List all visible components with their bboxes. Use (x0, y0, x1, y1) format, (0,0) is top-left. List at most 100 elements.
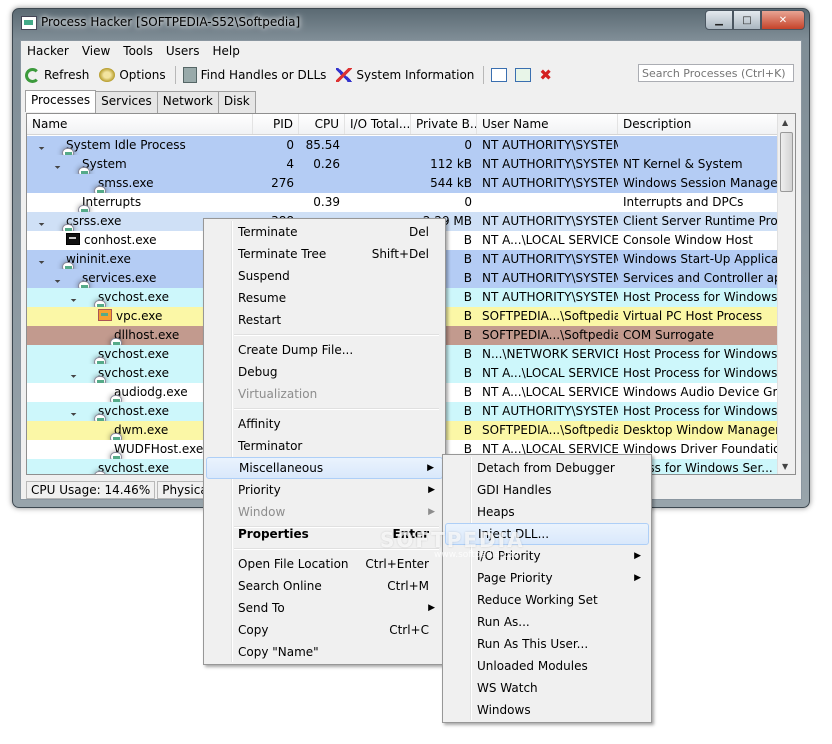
menu-view[interactable]: View (76, 41, 117, 61)
process-icon (110, 338, 122, 345)
tab-disk[interactable]: Disk (217, 91, 256, 113)
menu-users[interactable]: Users (160, 41, 207, 61)
expand-arrow-icon[interactable] (36, 218, 45, 226)
column-description[interactable]: Description (618, 114, 779, 134)
system-information-button[interactable]: System Information (332, 64, 480, 86)
menu-item-affinity[interactable]: Affinity (206, 413, 443, 435)
miscellaneous-submenu: Detach from Debugger GDI Handles Heaps I… (442, 454, 652, 723)
process-name: Interrupts (82, 195, 142, 209)
options-label: Options (119, 68, 166, 82)
scroll-down-icon[interactable]: ▼ (782, 462, 788, 471)
menu-tools[interactable]: Tools (117, 41, 160, 61)
expand-arrow-icon[interactable] (36, 256, 45, 264)
menu-item-copy[interactable]: Copy Ctrl+C (206, 619, 443, 641)
tab-processes[interactable]: Processes (25, 90, 97, 112)
menu-item-gdi-handles[interactable]: GDI Handles (445, 479, 649, 501)
cell-pid: 276 (271, 176, 294, 190)
menu-item-resume[interactable]: Resume (206, 287, 443, 309)
expand-arrow-icon[interactable] (52, 275, 61, 283)
maximize-button[interactable]: □ (733, 10, 761, 30)
refresh-icon (25, 67, 40, 83)
menu-help[interactable]: Help (206, 41, 246, 61)
column-io-total[interactable]: I/O Total... (345, 114, 411, 134)
menu-item-page-priority[interactable]: Page Priority ▶ (445, 567, 649, 589)
menu-item-run-as[interactable]: Run As... (445, 611, 649, 633)
table-row[interactable]: smss.exe 276 544 kB NT AUTHORITY\SYSTEM Wind… (27, 174, 779, 193)
menu-item-send-to[interactable]: Send To ▶ (206, 597, 443, 619)
menu-item-open-file-location[interactable]: Open File Location Ctrl+Enter (206, 553, 443, 575)
menu-item-debug[interactable]: Debug (206, 361, 443, 383)
expand-arrow-icon[interactable] (52, 161, 61, 169)
menu-item-virtualization: Virtualization (238, 387, 318, 401)
cell-cpu: 0.39 (313, 195, 340, 209)
menu-item-miscellaneous[interactable]: Miscellaneous ▶ (206, 457, 443, 479)
column-user-name[interactable]: User Name (477, 114, 618, 134)
menu-item-io-priority[interactable]: I/O Priority ▶ (445, 545, 649, 567)
expand-arrow-icon[interactable] (68, 408, 77, 416)
menu-item-heaps[interactable]: Heaps (445, 501, 649, 523)
menu-item-priority[interactable]: Priority ▶ (206, 479, 443, 501)
menu-item-terminator[interactable]: Terminator (206, 435, 443, 457)
cell-cpu (299, 174, 345, 193)
expand-arrow-icon[interactable] (68, 370, 77, 378)
menu-item-windows[interactable]: Windows (445, 699, 649, 721)
menu-item-run-as-this-user[interactable]: Run As This User... (445, 633, 649, 655)
scroll-thumb[interactable] (780, 132, 793, 192)
minimize-button[interactable]: ▁ (705, 10, 733, 30)
cell-user: NT AUTHORITY\SYSTEM (482, 252, 618, 266)
gear-icon (99, 68, 116, 82)
menu-item-ws-watch[interactable]: WS Watch (445, 677, 649, 699)
menu-item-inject-dll[interactable]: Inject DLL... (445, 523, 649, 545)
close-icon[interactable]: ✖ (539, 66, 552, 84)
find-handles-label: Find Handles or DLLs (200, 68, 327, 82)
column-cpu[interactable]: CPU (299, 114, 345, 134)
vertical-scrollbar[interactable]: ▲ ▼ (777, 114, 795, 474)
table-row[interactable]: System 4 0.26 112 kB NT AUTHORITY\SYSTEM NT K… (27, 155, 779, 174)
menu-item-unloaded-modules[interactable]: Unloaded Modules (445, 655, 649, 677)
tab-services[interactable]: Services (95, 91, 158, 113)
cell-pid: 4 (286, 157, 294, 171)
process-icon (94, 357, 106, 364)
expand-arrow-icon[interactable] (36, 142, 45, 150)
find-window-icon[interactable] (515, 68, 532, 82)
expand-arrow-icon[interactable] (68, 294, 77, 302)
submenu-arrow-icon: ▶ (428, 485, 435, 495)
search-input[interactable] (638, 64, 794, 82)
tab-network[interactable]: Network (156, 91, 219, 113)
find-handles-button[interactable]: Find Handles or DLLs (179, 64, 333, 86)
window-icon[interactable] (491, 68, 508, 82)
menu-item-restart[interactable]: Restart (206, 309, 443, 331)
menu-item-search-online[interactable]: Search Online Ctrl+M (206, 575, 443, 597)
process-name: svchost.exe (98, 366, 169, 380)
binoculars-icon (182, 67, 197, 83)
table-row[interactable]: System Idle Process 0 85.54 0 NT AUTHORITY\S… (27, 136, 779, 155)
scroll-up-icon[interactable]: ▲ (782, 118, 788, 127)
menu-item-create-dump[interactable]: Create Dump File... (206, 339, 443, 361)
refresh-label: Refresh (44, 68, 90, 82)
menu-item-terminate[interactable]: Terminate Del (206, 221, 443, 243)
menu-item-terminate-tree[interactable]: Terminate Tree Shift+Del (206, 243, 443, 265)
menu-hacker[interactable]: Hacker (21, 41, 76, 61)
cell-desc: Windows Audio Device Graph... (623, 385, 779, 399)
process-icon (98, 309, 112, 321)
menu-item-reduce-working-set[interactable]: Reduce Working Set (445, 589, 649, 611)
options-button[interactable]: Options (95, 64, 171, 86)
menu-item-properties[interactable]: Properties Enter (206, 523, 443, 545)
menu-item-suspend[interactable]: Suspend (206, 265, 443, 287)
column-private-bytes[interactable]: Private B... (411, 114, 477, 134)
column-pid[interactable]: PID (253, 114, 299, 134)
process-name-cell: Interrupts (27, 193, 253, 212)
process-icon (94, 376, 106, 383)
process-name: smss.exe (98, 176, 154, 190)
process-name: svchost.exe (98, 347, 169, 361)
cell-pid: 0 (286, 138, 294, 152)
table-row[interactable]: Interrupts 0.39 0 Interrupts and DPCs (27, 193, 779, 212)
menu-item-copy-name[interactable]: Copy "Name" (206, 641, 443, 663)
refresh-button[interactable]: Refresh (21, 64, 95, 86)
cell-io (345, 136, 411, 155)
process-icon (66, 233, 80, 245)
column-name[interactable]: Name (27, 114, 253, 134)
title-bar[interactable]: Process Hacker [SOFTPEDIA-S52\Softpedia]… (13, 9, 809, 37)
menu-item-detach-from-debugger[interactable]: Detach from Debugger (445, 457, 649, 479)
close-button[interactable]: ✕ (761, 10, 805, 30)
